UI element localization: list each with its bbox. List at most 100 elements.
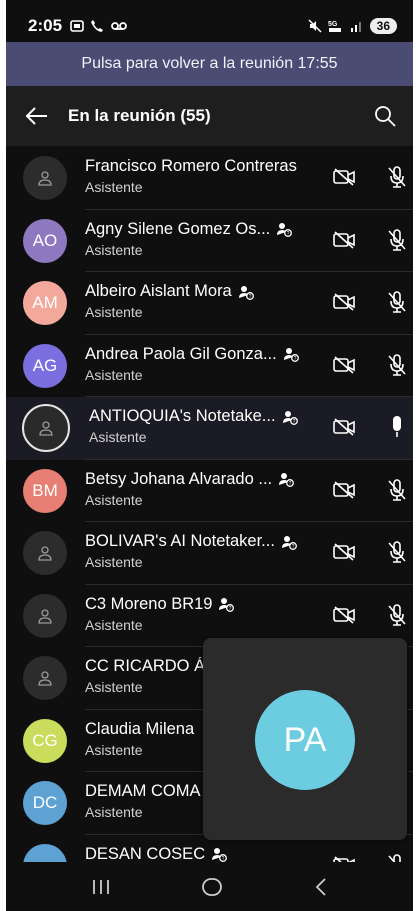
guest-badge-icon: ? — [238, 285, 254, 300]
svg-text:?: ? — [293, 356, 296, 362]
back-nav-icon[interactable] — [314, 877, 328, 897]
person-placeholder-icon — [38, 671, 52, 686]
participant-name: Agny Silene Gomez Os... — [85, 219, 271, 238]
avatar: AO — [23, 218, 67, 263]
mic-off-icon — [388, 541, 406, 563]
avatar: AG — [23, 343, 67, 388]
voicemail-icon — [111, 22, 127, 30]
participant-name: C3 Moreno BR19 — [85, 594, 213, 613]
page-title: En la reunión (55) — [68, 106, 211, 125]
arrow-left-icon — [25, 107, 47, 125]
participant-name: CC RICARDO Á — [85, 657, 206, 675]
camera-status — [332, 417, 356, 442]
guest-badge-icon: ? — [283, 348, 299, 362]
participant-role: Asistente — [85, 554, 143, 570]
svg-text:?: ? — [248, 294, 251, 300]
phone-screen: 2:05 5G 36 Pulsa para volver a la reunió… — [6, 0, 413, 911]
mic-status — [386, 478, 408, 507]
battery-indicator: 36 — [369, 18, 397, 34]
mic-status — [386, 228, 408, 257]
guest-badge-icon: ? — [282, 410, 298, 425]
svg-text:?: ? — [287, 231, 290, 237]
header: En la reunión (55) — [6, 86, 413, 146]
guest-badge-icon: ? — [277, 223, 293, 237]
participant-row[interactable]: AO Agny Silene Gomez Os...? Asistente — [6, 210, 413, 272]
camera-status — [332, 542, 356, 567]
home-icon[interactable] — [201, 877, 223, 897]
camera-off-icon — [333, 480, 355, 499]
guest-badge-icon: ? — [212, 848, 228, 862]
system-nav-bar — [6, 862, 413, 911]
person-placeholder-icon — [38, 609, 52, 624]
avatar: CG — [23, 718, 67, 763]
participant-role: Asistente — [85, 179, 143, 195]
person-placeholder-icon — [39, 421, 53, 436]
camera-off-icon — [333, 543, 355, 561]
banner-text: Pulsa para volver a la reunión 17:55 — [81, 55, 338, 72]
avatar — [22, 404, 70, 453]
participant-name: DESAN COSEC — [85, 844, 206, 863]
mic-status — [386, 603, 408, 632]
camera-off-icon — [333, 293, 355, 311]
camera-status — [332, 605, 356, 630]
mute-icon — [308, 19, 322, 33]
mic-off-icon — [388, 291, 406, 313]
participant-row[interactable]: BM Betsy Johana Alvarado ...? Asistente — [6, 460, 413, 522]
return-to-meeting-banner[interactable]: Pulsa para volver a la reunión 17:55 — [6, 42, 413, 86]
guest-badge-icon: ? — [219, 598, 235, 612]
mic-off-icon — [388, 353, 406, 376]
camera-status — [332, 480, 356, 505]
search-icon — [375, 106, 396, 127]
camera-off-icon — [333, 230, 355, 249]
screenshot-icon — [70, 20, 84, 32]
person-placeholder-icon — [38, 546, 52, 561]
participant-row[interactable]: AM Albeiro Aislant Mora? Asistente — [6, 272, 413, 335]
mic-status — [386, 415, 408, 444]
avatar: AM — [23, 281, 67, 326]
status-time: 2:05 — [28, 16, 63, 35]
camera-status — [332, 230, 356, 255]
participant-name: ANTIOQUIA's Notetake... — [89, 407, 276, 425]
phone-call-icon — [91, 20, 104, 32]
participant-role: Asistente — [85, 366, 143, 383]
svg-text:5G: 5G — [328, 21, 338, 28]
back-button[interactable] — [6, 106, 68, 126]
participant-row[interactable]: ANTIOQUIA's Notetake...? Asistente — [6, 397, 413, 460]
camera-off-icon — [333, 355, 355, 374]
participant-role: Asistente — [85, 616, 143, 633]
participant-row[interactable]: AG Andrea Paola Gil Gonza...? Asistente — [6, 335, 413, 397]
participant-name: Claudia Milena — [85, 719, 195, 738]
svg-text:?: ? — [289, 481, 292, 487]
mic-off-icon — [388, 478, 406, 501]
participant-role: Asistente — [89, 429, 147, 445]
mic-off-icon — [388, 603, 406, 626]
mic-on-icon — [393, 416, 401, 437]
floating-video-tile[interactable]: PA — [203, 638, 407, 840]
participant-name: Albeiro Aislant Mora — [85, 282, 232, 300]
avatar — [23, 656, 67, 701]
cell-signal-icon — [350, 22, 361, 32]
guest-badge-icon: ? — [279, 473, 295, 487]
mic-off-icon — [388, 228, 406, 251]
mic-status — [386, 540, 408, 569]
participant-name: Francisco Romero Contreras — [85, 157, 297, 175]
mic-status — [386, 165, 408, 194]
search-button[interactable] — [357, 105, 413, 127]
guest-badge-icon: ? — [281, 535, 297, 550]
mic-status — [386, 290, 408, 319]
avatar — [23, 531, 67, 576]
participant-row[interactable]: BOLIVAR's AI Notetaker...? Asistente — [6, 522, 413, 585]
svg-text:?: ? — [229, 606, 232, 612]
recent-apps-icon[interactable] — [91, 878, 111, 896]
floating-avatar: PA — [255, 690, 355, 790]
person-placeholder-icon — [38, 171, 52, 186]
camera-status — [332, 292, 356, 317]
camera-off-icon — [333, 418, 355, 436]
participant-row[interactable]: Francisco Romero Contreras Asistente — [6, 147, 413, 210]
camera-status — [332, 167, 356, 192]
svg-text:?: ? — [292, 544, 295, 550]
participant-name: Andrea Paola Gil Gonza... — [85, 344, 277, 363]
mic-off-icon — [388, 166, 406, 188]
participant-role: Asistente — [85, 241, 143, 258]
avatar — [23, 156, 67, 201]
